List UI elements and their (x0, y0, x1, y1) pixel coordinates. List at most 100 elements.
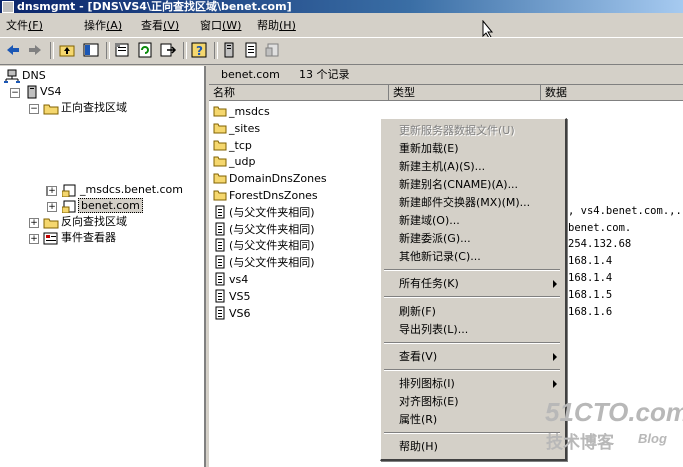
menu-help[interactable]: 帮助(H) (257, 18, 296, 33)
back-icon[interactable] (4, 41, 22, 59)
list-item-data: 168.1.4 (568, 255, 613, 267)
list-item-name: VS5 (229, 289, 251, 303)
list-item-name: _udp (229, 154, 256, 168)
list-item-data: 168.1.5 (568, 289, 613, 301)
list-item[interactable]: _msdcs (213, 102, 270, 119)
menu-item-other-records[interactable]: 其他新记录(C)... (399, 248, 481, 265)
submenu-arrow-icon (553, 280, 557, 288)
list-item[interactable]: vs4 (213, 270, 248, 287)
list-item[interactable]: VS5 (213, 287, 251, 304)
properties-icon[interactable] (113, 41, 131, 59)
menu-view-label: 查看 (141, 19, 163, 32)
list-item[interactable]: ForestDnsZones (213, 186, 318, 203)
record-icon (215, 205, 225, 219)
record-icon (215, 306, 225, 320)
menu-item-all-tasks[interactable]: 所有任务(K) (399, 275, 559, 292)
tree-label-dns: DNS (22, 69, 46, 82)
show-hide-tree-icon[interactable] (82, 41, 100, 59)
up-folder-icon[interactable] (58, 41, 76, 59)
list-item[interactable]: _tcp (213, 136, 252, 153)
list-item[interactable]: DomainDnsZones (213, 169, 327, 186)
folder-icon (213, 106, 227, 117)
collapse-icon[interactable]: − (29, 104, 39, 114)
list-item[interactable]: VS6 (213, 304, 251, 321)
menu-item-line-up-icons[interactable]: 对齐图标(E) (399, 393, 459, 410)
forward-icon[interactable] (26, 41, 44, 59)
record-icon (215, 289, 225, 303)
list-item-name: (与父文件夹相同) (229, 222, 315, 236)
folder-icon (213, 173, 227, 184)
event-viewer-icon (43, 232, 58, 245)
menu-help-key: (H) (279, 19, 296, 32)
folder-icon (213, 190, 227, 201)
list-item-data: 168.1.4 (568, 272, 613, 284)
watermark-sub: 技术博客 (546, 433, 614, 452)
menu-item-new-host[interactable]: 新建主机(A)(S)... (399, 158, 485, 175)
menu-item-help[interactable]: 帮助(H) (399, 438, 438, 455)
tree-node-reverse-zones[interactable]: 反向查找区域 (43, 214, 129, 230)
refresh-icon[interactable] (136, 41, 154, 59)
console-tree: DNS − VS4 − 正向查找区域 + _msdcs.benet.com + … (0, 66, 206, 467)
folder-icon (43, 218, 59, 228)
tree-node-vs4[interactable]: VS4 (26, 84, 64, 100)
menu-item-export-list[interactable]: 导出列表(L)... (399, 321, 468, 338)
menu-item-all-tasks-label: 所有任务(K) (399, 277, 459, 290)
expand-icon[interactable]: + (29, 234, 39, 244)
document-icon[interactable] (242, 41, 260, 59)
list-item-name: vs4 (229, 272, 249, 286)
context-menu: 更新服务器数据文件(U) 重新加载(E) 新建主机(A)(S)... 新建别名(… (380, 118, 567, 461)
title-bar: dnsmgmt - [DNS\VS4\正向查找区域\benet.com] (0, 0, 683, 13)
tree-node-event-viewer[interactable]: 事件查看器 (43, 230, 118, 246)
list-item[interactable]: (与父文件夹相同) (213, 220, 315, 237)
menu-item-arrange-icons[interactable]: 排列图标(I) (399, 375, 455, 392)
menu-item-new-domain[interactable]: 新建域(O)... (399, 212, 460, 229)
window-title: dnsmgmt - [DNS\VS4\正向查找区域\benet.com] (17, 0, 292, 13)
tree-node-benet-zone[interactable]: benet.com (61, 198, 143, 214)
app-icon (2, 1, 14, 13)
menu-item-view[interactable]: 查看(V) (399, 348, 437, 365)
export-icon[interactable] (159, 41, 177, 59)
print-icon[interactable] (264, 41, 282, 59)
menu-item-arrange-icons-label: 排列图标(I) (399, 377, 455, 390)
menu-separator (384, 432, 560, 434)
zone-icon (61, 200, 76, 214)
list-item[interactable]: _sites (213, 119, 260, 136)
server-icon[interactable] (220, 41, 238, 59)
folder-icon (43, 104, 59, 114)
menu-file-key: (F) (28, 19, 43, 32)
menu-item-new-mx[interactable]: 新建邮件交换器(MX)(M)... (399, 194, 530, 211)
list-item[interactable]: (与父文件夹相同) (213, 253, 315, 270)
list-item-name: _sites (229, 121, 261, 135)
column-header-type[interactable]: 类型 (389, 85, 541, 101)
menu-item-new-alias[interactable]: 新建别名(CNAME)(A)... (399, 176, 518, 193)
tree-node-dns[interactable]: DNS (4, 68, 48, 84)
list-item-name: _msdcs (229, 104, 270, 118)
column-header-data[interactable]: 数据 (541, 85, 683, 101)
menu-view[interactable]: 查看(V) (141, 18, 179, 33)
menu-item-properties[interactable]: 属性(R) (399, 411, 437, 428)
menu-item-reload[interactable]: 重新加载(E) (399, 140, 459, 157)
folder-icon (213, 123, 227, 134)
expand-icon[interactable]: + (29, 218, 39, 228)
tree-node-forward-zones[interactable]: 正向查找区域 (43, 100, 129, 116)
toolbar-separator (50, 42, 54, 59)
list-item[interactable]: (与父文件夹相同) (213, 203, 315, 220)
menu-action[interactable]: 操作(A) (84, 18, 122, 33)
column-header-name[interactable]: 名称 (209, 85, 389, 101)
menu-action-label: 操作 (84, 19, 106, 32)
list-item[interactable]: (与父文件夹相同) (213, 236, 315, 253)
toolbar-separator (106, 42, 110, 59)
toolbar: ? (0, 37, 683, 65)
list-item-data: 254.132.68 (568, 238, 632, 250)
help-icon[interactable]: ? (190, 41, 208, 59)
list-item[interactable]: _udp (213, 152, 255, 169)
toolbar-separator (214, 42, 218, 59)
expand-icon[interactable]: + (47, 202, 57, 212)
menu-file[interactable]: 文件(F) (6, 18, 43, 33)
menu-item-new-delegation[interactable]: 新建委派(G)... (399, 230, 471, 247)
collapse-icon[interactable]: − (10, 88, 20, 98)
menu-window[interactable]: 窗口(W) (200, 18, 241, 33)
menu-item-refresh[interactable]: 刷新(F) (399, 303, 436, 320)
expand-icon[interactable]: + (47, 186, 57, 196)
tree-node-msdcs-zone[interactable]: _msdcs.benet.com (61, 182, 185, 198)
